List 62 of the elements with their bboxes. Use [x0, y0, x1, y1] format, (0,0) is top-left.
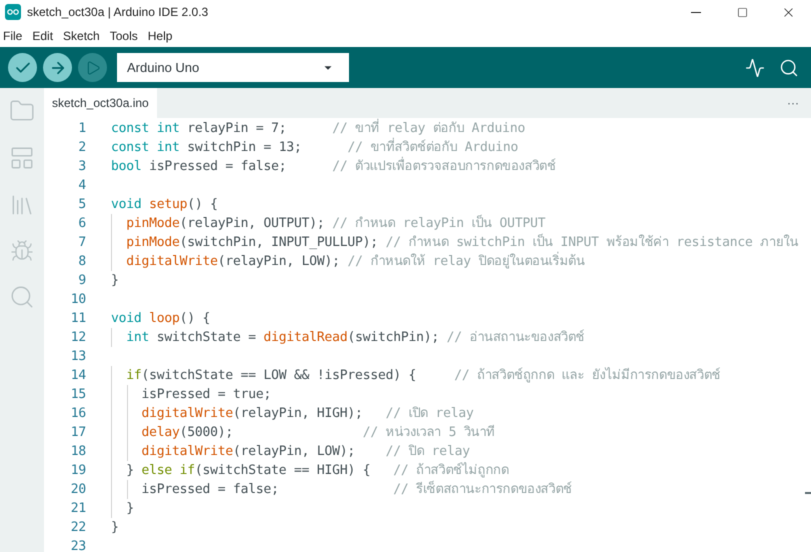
line-number: 4 [77, 177, 86, 195]
debug-button[interactable] [78, 53, 107, 82]
line-number: 1 [77, 120, 86, 138]
code-line: bool isPressed = false; // ตัวแปรเพื่อตรวจสอบการกดของสวิตช์ [111, 157, 556, 176]
line-number: 16 [70, 405, 86, 423]
verify-button[interactable] [8, 53, 37, 82]
menu-item[interactable]: File [0, 26, 26, 44]
debug-icon[interactable] [10, 239, 34, 263]
code-line: if(switchState == LOW && !isPressed) { // ถ้าสวิตช์ถูกกด และ ยังไม่มีการกดของสวิตช์ [125, 366, 720, 385]
line-number: 12 [70, 329, 86, 347]
line-number: 23 [70, 538, 86, 552]
line-number: 15 [70, 386, 86, 404]
code-line: const int switchPin = 13; // ขาที่สวิตช์ต่อกับ Arduino [111, 138, 518, 157]
line-number: 2 [77, 139, 86, 157]
window-title: sketch_oct30a | Arduino IDE 2.0.3 [27, 4, 208, 21]
code-line: isPressed = false; // รีเซ็ตสถานะการกดของสวิตช์ [140, 480, 572, 499]
menu-item[interactable]: Tools [106, 26, 141, 44]
code-line: } [125, 500, 134, 518]
line-number: 8 [77, 253, 86, 271]
line-number: 21 [70, 500, 86, 518]
code-line: } else if(switchState == HIGH) { // ถ้าสวิตช์ไม่ถูกกด [125, 461, 509, 480]
pulse-icon [745, 58, 765, 78]
board-icon[interactable] [9, 145, 35, 171]
code-line: const int relayPin = 7; // ขาที่ relay ต่อกับ Arduino [111, 119, 526, 138]
line-number: 9 [77, 272, 86, 290]
code-line: digitalWrite(relayPin, HIGH); // เปิด relay [140, 405, 474, 423]
search-icon[interactable] [9, 284, 35, 310]
line-number: 18 [70, 443, 86, 461]
line-number: 20 [70, 481, 86, 499]
more-button[interactable]: ··· [787, 94, 799, 112]
code-line: void loop() { [111, 310, 210, 328]
code-line: delay(5000); // หน่วงเวลา 5 วินาที [140, 424, 496, 442]
line-number: 17 [70, 424, 86, 442]
code-line: digitalWrite(relayPin, LOW); // กำหนดให้ relay ปิดอยู่ในตอนเริ่มต้น [111, 252, 585, 271]
line-number: 3 [77, 158, 86, 176]
magnifier-icon [779, 58, 799, 78]
line-number: 10 [70, 291, 86, 309]
code-line: } [111, 272, 119, 290]
line-number: 6 [77, 215, 86, 233]
line-number: 5 [77, 196, 86, 214]
code-line: pinMode(relayPin, OUTPUT); // กำหนด relayPin เป็น OUTPUT [125, 214, 546, 233]
code-line: void setup() { [111, 196, 218, 214]
code-line: isPressed = true; [140, 386, 272, 404]
maximize-icon [736, 6, 748, 18]
code-line: digitalWrite(relayPin, LOW); // ปิด relay [140, 443, 470, 461]
code-line: pinMode(switchPin, INPUT_PULLUP); // กำหนด switchPin เป็น INPUT พร้อมใช้ค่า resistance ภายใน [125, 233, 798, 252]
upload-button[interactable] [43, 53, 72, 82]
file-tab[interactable]: sketch_oct30a.ino [44, 88, 157, 118]
board-dropdown[interactable]: Arduino Uno [117, 53, 349, 82]
scroll-marker [805, 492, 811, 494]
line-number: 11 [70, 310, 86, 328]
menu-item[interactable]: Sketch [60, 26, 103, 44]
code-line: int switchState = digitalRead(switchPin); // อ่านสถานะของสวิตช์ [125, 328, 584, 347]
line-number: 22 [70, 519, 86, 537]
menu-item[interactable]: Help [144, 26, 176, 44]
line-number: 19 [70, 462, 86, 480]
line-number: 13 [70, 348, 86, 366]
menu-item[interactable]: Edit [29, 26, 56, 44]
line-number: 7 [77, 234, 86, 252]
app-icon [5, 4, 21, 20]
line-number: 14 [70, 367, 86, 385]
code-line: } [111, 519, 119, 537]
